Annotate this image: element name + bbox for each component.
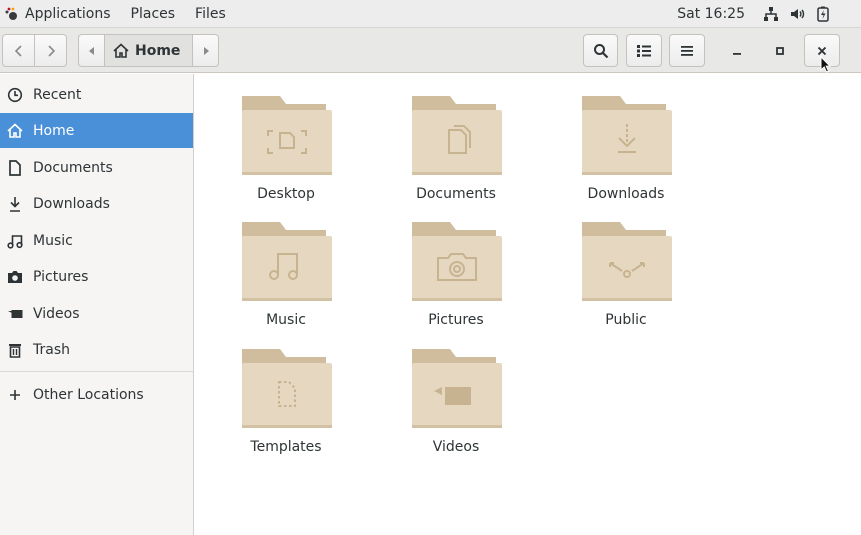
video-icon <box>7 306 23 322</box>
clock[interactable]: Sat 16:25 <box>667 0 763 28</box>
sidebar-item-label: Downloads <box>33 195 110 212</box>
sidebar-item-label: Home <box>33 122 75 139</box>
home-icon <box>113 43 129 58</box>
menu-icon <box>681 45 693 56</box>
sidebar-separator <box>0 371 193 372</box>
folder-label: Templates <box>250 439 322 455</box>
maximize-button[interactable] <box>762 34 798 67</box>
sidebar-item-label: Other Locations <box>33 386 144 403</box>
folder-pictures[interactable]: Pictures <box>386 208 526 328</box>
sidebar-item-recent[interactable]: Recent <box>0 77 193 112</box>
camera-icon <box>7 269 23 285</box>
folder-documents-icon <box>412 96 502 175</box>
folder-documents[interactable]: Documents <box>386 82 526 202</box>
battery-icon <box>817 6 829 22</box>
sidebar-item-music[interactable]: Music <box>0 223 193 258</box>
files-label: Files <box>195 5 226 22</box>
sidebar-item-label: Trash <box>33 341 70 358</box>
places-label: Places <box>130 5 176 22</box>
search-button[interactable] <box>583 34 618 67</box>
network-icon <box>764 6 778 21</box>
arrow-right-icon <box>203 46 209 55</box>
sidebar-item-other-locations[interactable]: Other Locations <box>0 377 193 412</box>
document-icon <box>7 159 23 176</box>
folder-public-icon <box>582 222 672 301</box>
folder-desktop[interactable]: Desktop <box>216 82 356 202</box>
gnome-foot-icon <box>5 7 17 20</box>
minimize-button[interactable] <box>719 34 755 67</box>
folder-music[interactable]: Music <box>216 208 356 328</box>
system-status-area[interactable] <box>763 6 861 22</box>
folder-label: Music <box>266 312 306 328</box>
download-icon <box>7 196 23 212</box>
back-icon <box>14 44 22 57</box>
sidebar-item-pictures[interactable]: Pictures <box>0 259 193 294</box>
forward-icon <box>47 44 55 57</box>
sidebar-item-videos[interactable]: Videos <box>0 296 193 331</box>
places-menu[interactable]: Places <box>121 0 186 28</box>
folder-label: Pictures <box>428 312 484 328</box>
folder-templates-icon <box>242 349 332 428</box>
sidebar-item-label: Recent <box>33 86 82 103</box>
clock-icon <box>7 87 23 103</box>
sidebar-item-trash[interactable]: Trash <box>0 332 193 367</box>
minimize-icon <box>733 52 741 55</box>
top-bar: Applications Places Files Sat 16:25 <box>0 0 861 28</box>
folder-public[interactable]: Public <box>556 208 696 328</box>
folder-desktop-icon <box>242 96 332 175</box>
volume-icon <box>791 8 805 19</box>
folder-label: Desktop <box>257 186 315 202</box>
folder-label: Documents <box>416 186 496 202</box>
applications-label: Applications <box>25 5 111 22</box>
path-scroll-right-button[interactable] <box>192 34 219 67</box>
sidebar-item-label: Music <box>33 232 73 249</box>
applications-menu[interactable]: Applications <box>0 0 121 28</box>
clock-label: Sat 16:25 <box>677 5 745 22</box>
folder-pictures-icon <box>412 222 502 301</box>
folder-downloads-icon <box>582 96 672 175</box>
music-icon <box>7 233 23 249</box>
mouse-cursor-icon <box>820 56 832 73</box>
path-scroll-left-button[interactable] <box>78 34 105 67</box>
search-icon <box>593 43 608 58</box>
sidebar-item-label: Pictures <box>33 268 89 285</box>
sidebar-item-documents[interactable]: Documents <box>0 150 193 185</box>
maximize-icon <box>776 46 784 55</box>
header-bar: Home <box>0 28 861 73</box>
sidebar-item-label: Videos <box>33 305 80 322</box>
sidebar-item-home[interactable]: Home <box>0 113 193 148</box>
forward-button[interactable] <box>34 34 67 67</box>
files-menu[interactable]: Files <box>185 0 236 28</box>
menu-button[interactable] <box>669 34 705 67</box>
close-icon <box>817 46 827 55</box>
folder-label: Videos <box>432 439 480 455</box>
arrow-left-icon <box>88 46 94 55</box>
view-toggle-icon <box>637 44 651 57</box>
path-home-button[interactable]: Home <box>104 34 193 67</box>
folder-videos-icon <box>412 349 502 428</box>
folder-videos[interactable]: Videos <box>386 335 526 455</box>
back-button[interactable] <box>2 34 35 67</box>
folder-music-icon <box>242 222 332 301</box>
sidebar-item-downloads[interactable]: Downloads <box>0 186 193 221</box>
trash-icon <box>7 342 23 358</box>
home-icon <box>7 123 23 139</box>
folder-downloads[interactable]: Downloads <box>556 82 696 202</box>
sidebar-item-label: Documents <box>33 159 113 176</box>
path-home-label: Home <box>135 42 181 59</box>
folder-label: Public <box>605 312 647 328</box>
plus-icon <box>7 387 23 403</box>
folder-templates[interactable]: Templates <box>216 335 356 455</box>
folder-label: Downloads <box>587 186 665 202</box>
sidebar: Recent Home Documents Downloads Music Pi… <box>0 74 194 535</box>
view-toggle-button[interactable] <box>626 34 662 67</box>
file-view: Desktop Documents Downloads Music Pictur… <box>195 74 861 535</box>
